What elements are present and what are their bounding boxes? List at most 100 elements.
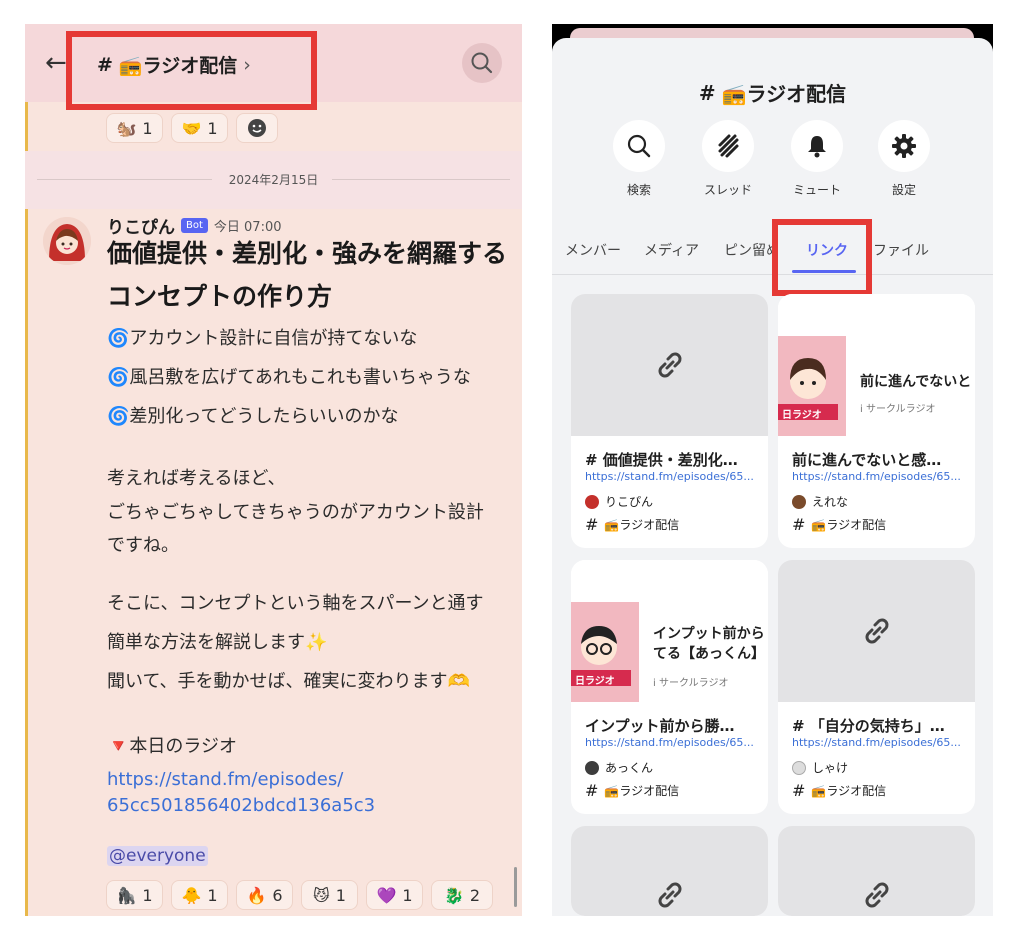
reaction-count: 2	[469, 885, 481, 905]
reaction-count: 6	[272, 885, 283, 905]
hash-icon: #	[585, 515, 599, 534]
link-poster: りこぴん	[585, 493, 653, 510]
link-title: # 価値提供・差別化…	[585, 451, 738, 469]
link-url: https://stand.fm/episodes/65...	[585, 736, 754, 749]
thumbnail-banner: 日ラジオ	[575, 676, 615, 687]
thumbnail-subtitle: i サークルラジオ	[653, 678, 729, 689]
reaction-pill[interactable]: 🦍 1	[106, 880, 163, 910]
link-card[interactable]	[778, 826, 975, 916]
gear-icon	[892, 134, 916, 158]
hash-icon: #	[698, 80, 716, 105]
link-card[interactable]: 日ラジオ インプット前から てる【あっくん】 i サークルラジオ インプット前か…	[571, 560, 768, 814]
thumbnail-subtitle: i サークルラジオ	[860, 404, 936, 415]
reaction-count: 1	[207, 118, 218, 138]
reaction-count: 1	[335, 885, 346, 905]
link-thumbnail	[778, 560, 975, 702]
link-url: https://stand.fm/episodes/65...	[792, 736, 961, 749]
reaction-pill[interactable]: 🐉 2	[431, 880, 493, 910]
reaction-count: 1	[402, 885, 413, 905]
link-poster: えれな	[792, 493, 848, 510]
link-card[interactable]: # 価値提供・差別化… https://stand.fm/episodes/65…	[571, 294, 768, 548]
avatar	[792, 494, 806, 509]
message-line: 🌀アカウント設計に自信が持てないな	[107, 328, 418, 349]
message-line: 🌀差別化ってどうしたらいいのかな	[107, 406, 399, 427]
action-label: 設定	[891, 183, 916, 197]
back-button[interactable]: ←	[45, 50, 67, 76]
link-icon	[658, 352, 682, 378]
tab-pins[interactable]: ピン留め	[724, 240, 774, 260]
message-line: ごちゃごちゃしてきちゃうのがアカウント設計	[107, 502, 484, 523]
reaction-emoji: 🔥	[246, 885, 267, 905]
channel-name: 📻ラジオ配信	[604, 784, 680, 798]
thumbnail-title: てる【あっくん】	[653, 646, 765, 662]
smiley-icon	[248, 119, 266, 137]
hash-icon: #	[792, 781, 806, 800]
avatar[interactable]	[43, 217, 91, 265]
action-search[interactable]: 検索	[599, 120, 679, 198]
link-card[interactable]	[571, 826, 768, 916]
mention-highlight-bar	[25, 102, 28, 916]
message-line: 🔻本日のラジオ	[107, 736, 238, 757]
link-card[interactable]: 日ラジオ 前に進んでないと i サークルラジオ 前に進んでないと感… https…	[778, 294, 975, 548]
tab-media[interactable]: メディア	[644, 240, 699, 260]
channel-name: 📻ラジオ配信	[604, 518, 680, 532]
thumbnail-image: 日ラジオ	[571, 602, 639, 702]
action-circle	[613, 120, 665, 172]
highlight-box-title	[66, 31, 317, 110]
link-thumbnail: 日ラジオ インプット前から てる【あっくん】 i サークルラジオ	[571, 560, 768, 702]
thumbnail-title: インプット前から	[653, 626, 765, 642]
tab-files[interactable]: ファイル	[873, 240, 929, 260]
link-poster: しゃけ	[792, 759, 848, 776]
reaction-pill[interactable]: 🤝 1	[171, 113, 228, 143]
message-line: 聞いて、手を動かせば、確実に変わります🫶	[107, 671, 470, 692]
highlight-box-tab	[772, 219, 872, 296]
link-title: インプット前から勝…	[585, 717, 735, 735]
episode-link[interactable]: 65cc501856402bdcd136a5c3	[107, 795, 375, 816]
action-settings[interactable]: 設定	[864, 120, 944, 198]
action-label: 検索	[626, 183, 651, 197]
reaction-count: 1	[207, 885, 218, 905]
message-line: 簡単な方法を解説します✨	[107, 632, 328, 653]
reaction-count: 1	[142, 118, 153, 138]
reaction-emoji: 🤝	[181, 118, 202, 138]
action-threads[interactable]: スレッド	[688, 120, 768, 198]
reaction-emoji: 🐥	[181, 885, 202, 905]
link-thumbnail	[778, 826, 975, 916]
reaction-pill[interactable]: 🐿️ 1	[106, 113, 163, 143]
reaction-count: 1	[142, 885, 153, 905]
link-title: 前に進んでないと感…	[792, 451, 942, 469]
poster-name: あっくん	[605, 761, 654, 775]
add-reaction-button[interactable]	[236, 113, 278, 143]
sheet-title: # 📻ラジオ配信	[552, 78, 993, 107]
reaction-emoji: 🦍	[116, 885, 137, 905]
poster-name: しゃけ	[812, 761, 849, 775]
reaction-pill[interactable]: 🔥 6	[236, 880, 293, 910]
avatar	[585, 760, 599, 775]
message-line: 考えれば考えるほど、	[107, 468, 286, 489]
reaction-pill[interactable]: 🐥 1	[171, 880, 228, 910]
hash-icon: #	[585, 781, 599, 800]
message-heading: 価値提供・差別化・強みを網羅するコンセプトの作り方	[107, 239, 508, 311]
search-button[interactable]	[462, 43, 502, 83]
reaction-emoji: 🐉	[443, 885, 464, 905]
link-thumbnail	[571, 826, 768, 916]
link-channel: # 📻ラジオ配信	[585, 781, 679, 800]
everyone-mention[interactable]: @everyone	[107, 846, 208, 866]
episode-link[interactable]: https://stand.fm/episodes/	[107, 769, 343, 790]
action-circle	[878, 120, 930, 172]
reaction-pill[interactable]: 💜 1	[366, 880, 423, 910]
link-card[interactable]: # 「自分の気持ち」… https://stand.fm/episodes/65…	[778, 560, 975, 814]
thumbnail-title: 前に進んでないと	[860, 374, 972, 390]
reaction-pill[interactable]: 😼 1	[301, 880, 358, 910]
channel-name: 📻ラジオ配信	[811, 518, 887, 532]
message-line: ですね。	[107, 535, 179, 556]
action-mute[interactable]: ミュート	[777, 120, 857, 198]
reaction-emoji: 😼	[313, 885, 330, 905]
scrollbar[interactable]	[514, 867, 517, 907]
thumbnail-image: 日ラジオ	[778, 336, 846, 436]
action-circle	[791, 120, 843, 172]
tab-members[interactable]: メンバー	[565, 240, 621, 260]
link-channel: # 📻ラジオ配信	[792, 781, 886, 800]
search-icon	[471, 52, 493, 74]
poster-name: りこぴん	[605, 495, 654, 509]
